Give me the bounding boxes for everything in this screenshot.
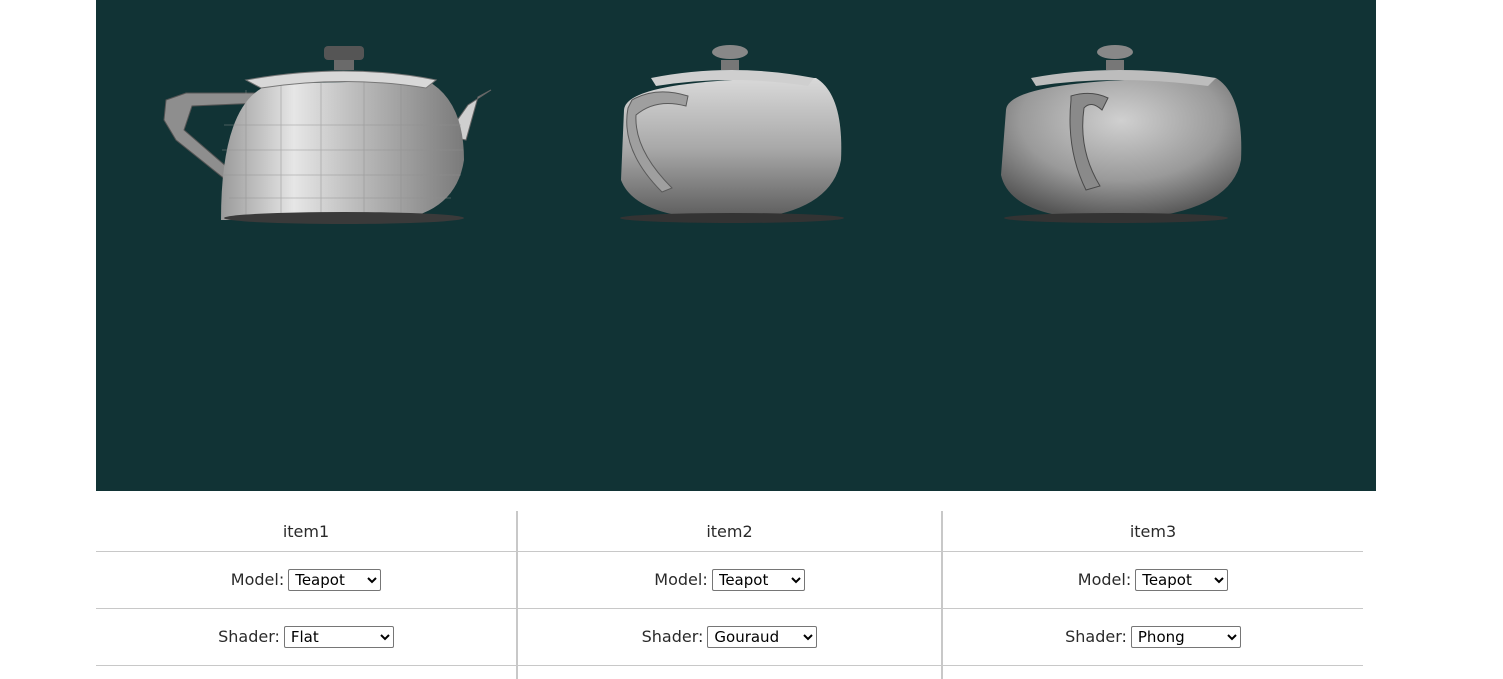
- teapot-phong-model: [1001, 45, 1242, 223]
- model-label: Model:: [1077, 570, 1132, 589]
- model-label: Model:: [654, 570, 708, 589]
- shader-label: Shader:: [1065, 627, 1127, 646]
- item2-column: item2 Model: Teapot Shader: Gouraud: [518, 511, 941, 679]
- item3-column: item3 Model: Teapot Shader: Phong: [943, 511, 1363, 679]
- item1-title: item1: [282, 521, 330, 541]
- shader-label: Shader:: [641, 627, 704, 646]
- controls-table: item1 Model: Teapot Shader: Flat item2 M…: [96, 511, 1363, 679]
- teapot-flat-model: [163, 46, 492, 224]
- shader-label: Shader:: [218, 627, 280, 646]
- teapot-gouraud-model: [620, 45, 844, 223]
- render-viewport[interactable]: [96, 0, 1376, 491]
- item1-shader-select[interactable]: Flat: [283, 625, 394, 648]
- item1-column: item1 Model: Teapot Shader: Flat: [96, 511, 516, 679]
- teapot-scene: [163, 45, 1242, 224]
- item2-title: item2: [706, 521, 753, 541]
- item3-shader-select[interactable]: Phong: [1130, 625, 1241, 648]
- item2-shader-select[interactable]: Gouraud: [707, 625, 818, 648]
- item3-model-select[interactable]: Teapot: [1135, 568, 1229, 591]
- item3-title: item3: [1129, 521, 1177, 541]
- model-label: Model:: [230, 570, 285, 589]
- item1-model-select[interactable]: Teapot: [288, 568, 382, 591]
- item2-model-select[interactable]: Teapot: [711, 568, 805, 591]
